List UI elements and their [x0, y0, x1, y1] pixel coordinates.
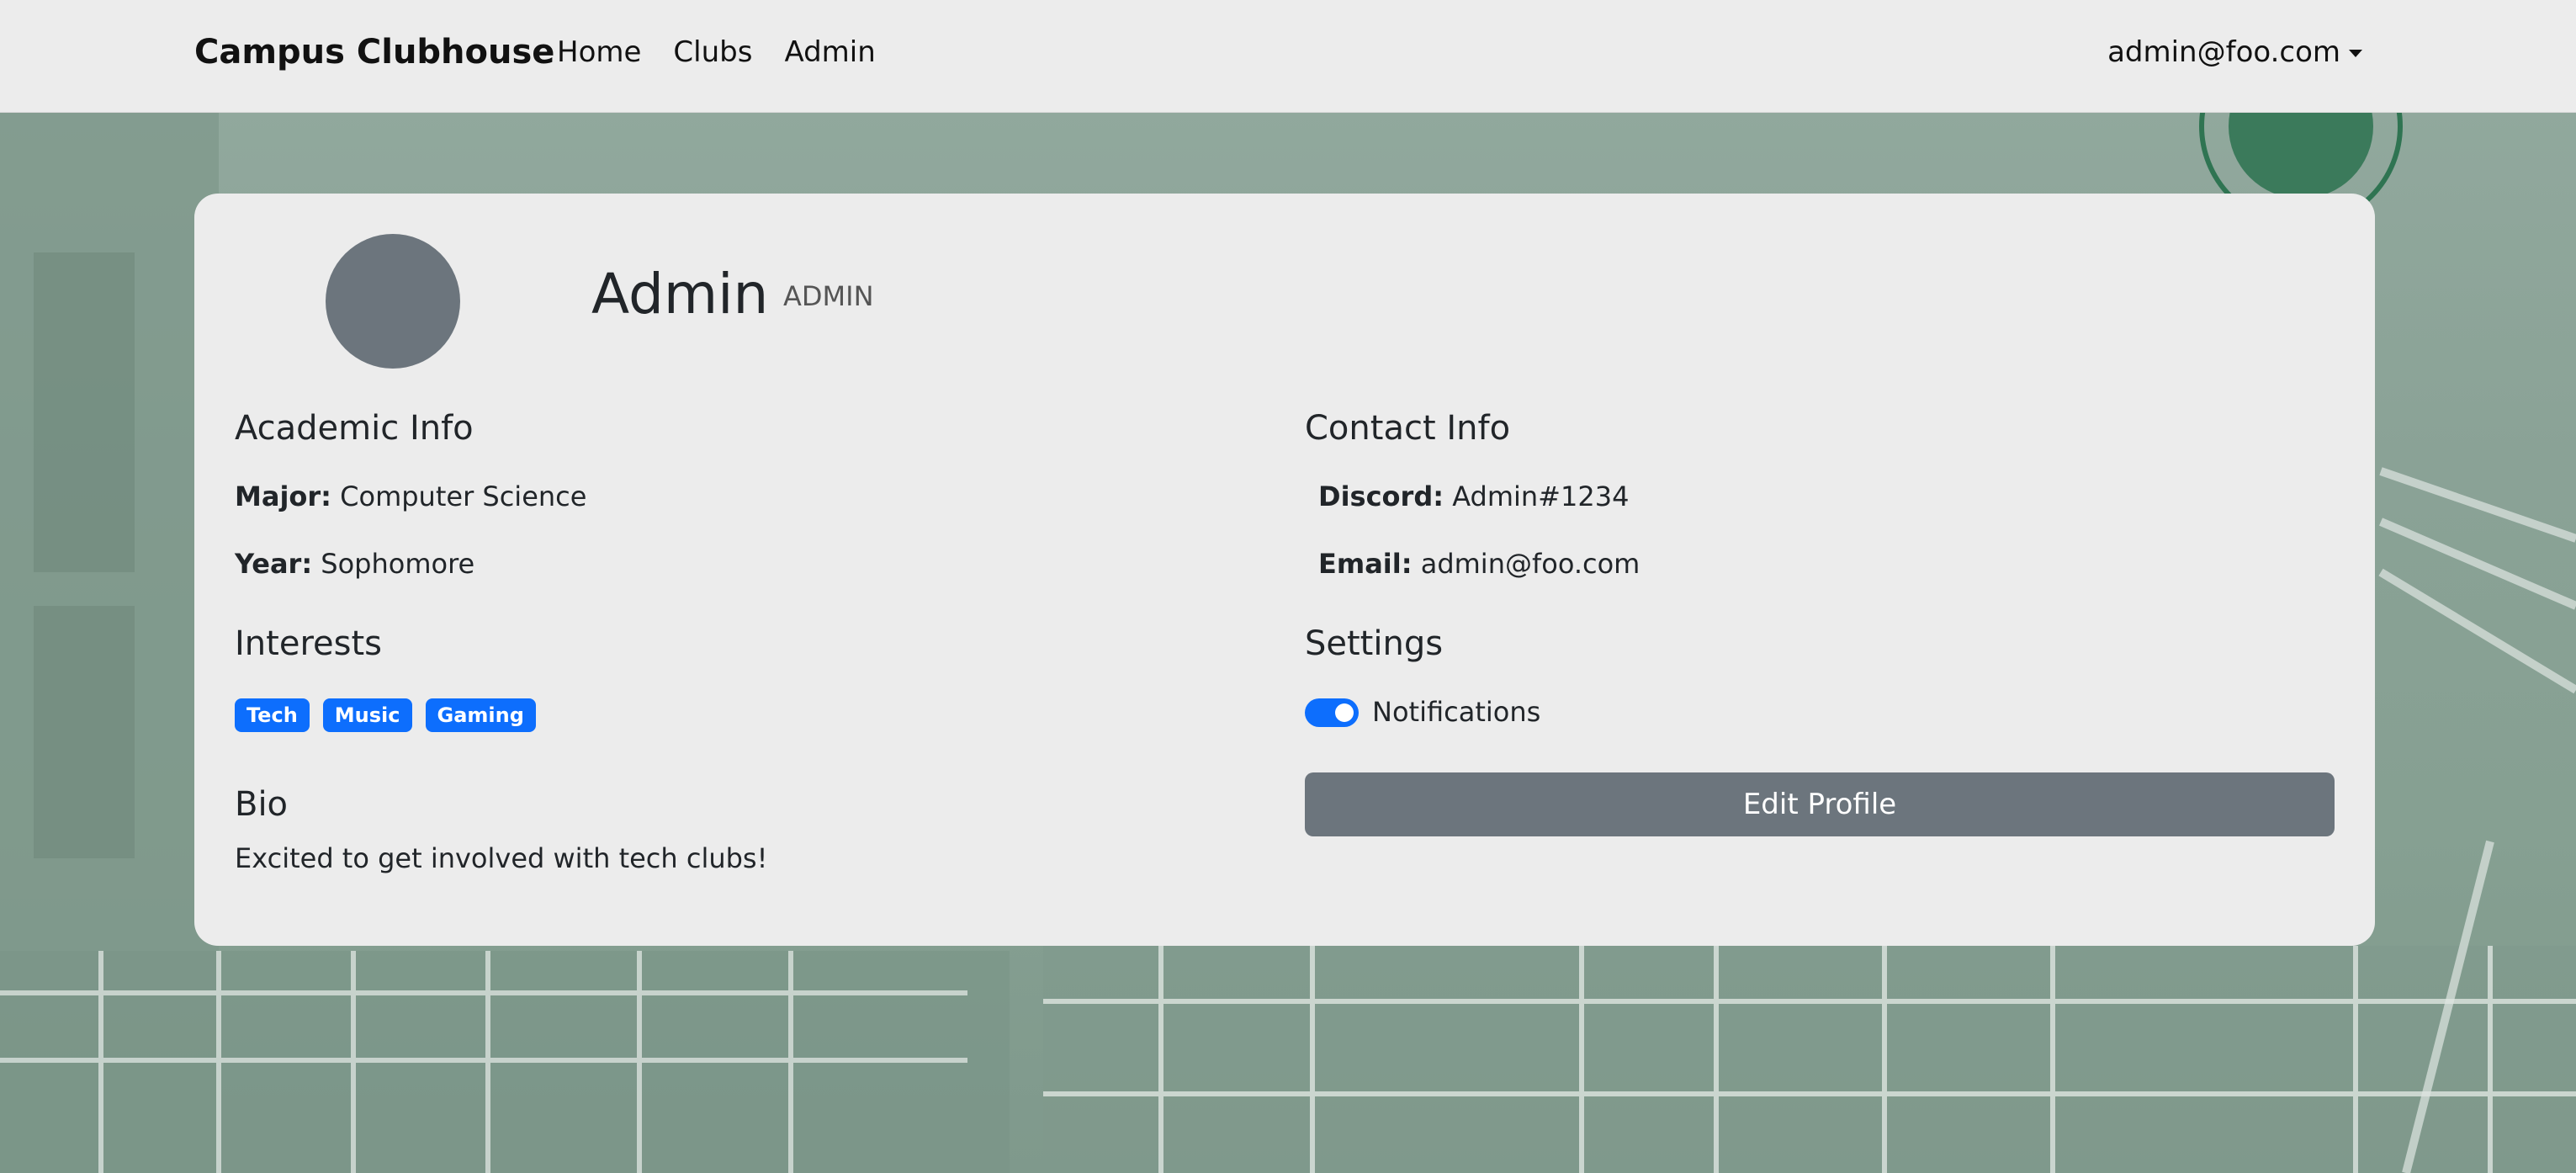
interest-tag: Tech — [235, 698, 310, 732]
email-label: Email: — [1318, 548, 1413, 580]
interest-tag: Gaming — [425, 698, 536, 732]
nav-link-admin[interactable]: Admin — [784, 30, 875, 74]
discord-value: Admin#1234 — [1452, 480, 1630, 512]
bio-heading: Bio — [235, 785, 289, 824]
settings-heading: Settings — [1305, 624, 1444, 663]
interests-heading: Interests — [235, 624, 382, 663]
user-email: admin@foo.com — [2107, 35, 2340, 69]
user-dropdown-toggle[interactable]: admin@foo.com — [2107, 30, 2362, 74]
notifications-label[interactable]: Notifications — [1372, 695, 1540, 729]
edit-profile-button[interactable]: Edit Profile — [1305, 772, 2335, 836]
top-navbar: Campus Clubhouse Home Clubs Admin admin@… — [0, 0, 2576, 113]
nav-link-home[interactable]: Home — [557, 30, 641, 74]
notifications-toggle[interactable] — [1305, 698, 1359, 727]
interest-tag: Music — [322, 698, 412, 732]
brand-logo-text[interactable]: Campus Clubhouse — [194, 30, 554, 74]
caret-down-icon — [2349, 49, 2362, 57]
profile-card: Admin ADMIN Academic Info Major: Compute… — [194, 194, 2375, 946]
toggle-knob — [1335, 703, 1354, 722]
major-label: Major: — [235, 480, 331, 512]
year-label: Year: — [235, 548, 313, 580]
role-label: ADMIN — [783, 280, 874, 312]
discord-label: Discord: — [1318, 480, 1444, 512]
contact-info-heading: Contact Info — [1305, 409, 1511, 448]
interest-tags: Tech Music Gaming — [235, 698, 536, 732]
discord-field: Discord: Admin#1234 — [1318, 480, 1629, 513]
year-value: Sophomore — [321, 548, 475, 580]
nav-link-clubs[interactable]: Clubs — [673, 30, 752, 74]
email-field: Email: admin@foo.com — [1318, 547, 1640, 581]
major-value: Computer Science — [340, 480, 587, 512]
profile-name: Admin — [591, 262, 769, 326]
bio-text: Excited to get involved with tech clubs! — [235, 842, 768, 874]
year-field: Year: Sophomore — [235, 547, 474, 581]
nav-links: Home Clubs Admin — [557, 30, 876, 74]
email-value: admin@foo.com — [1420, 548, 1640, 580]
major-field: Major: Computer Science — [235, 480, 586, 513]
avatar — [326, 234, 460, 369]
academic-info-heading: Academic Info — [235, 409, 474, 448]
